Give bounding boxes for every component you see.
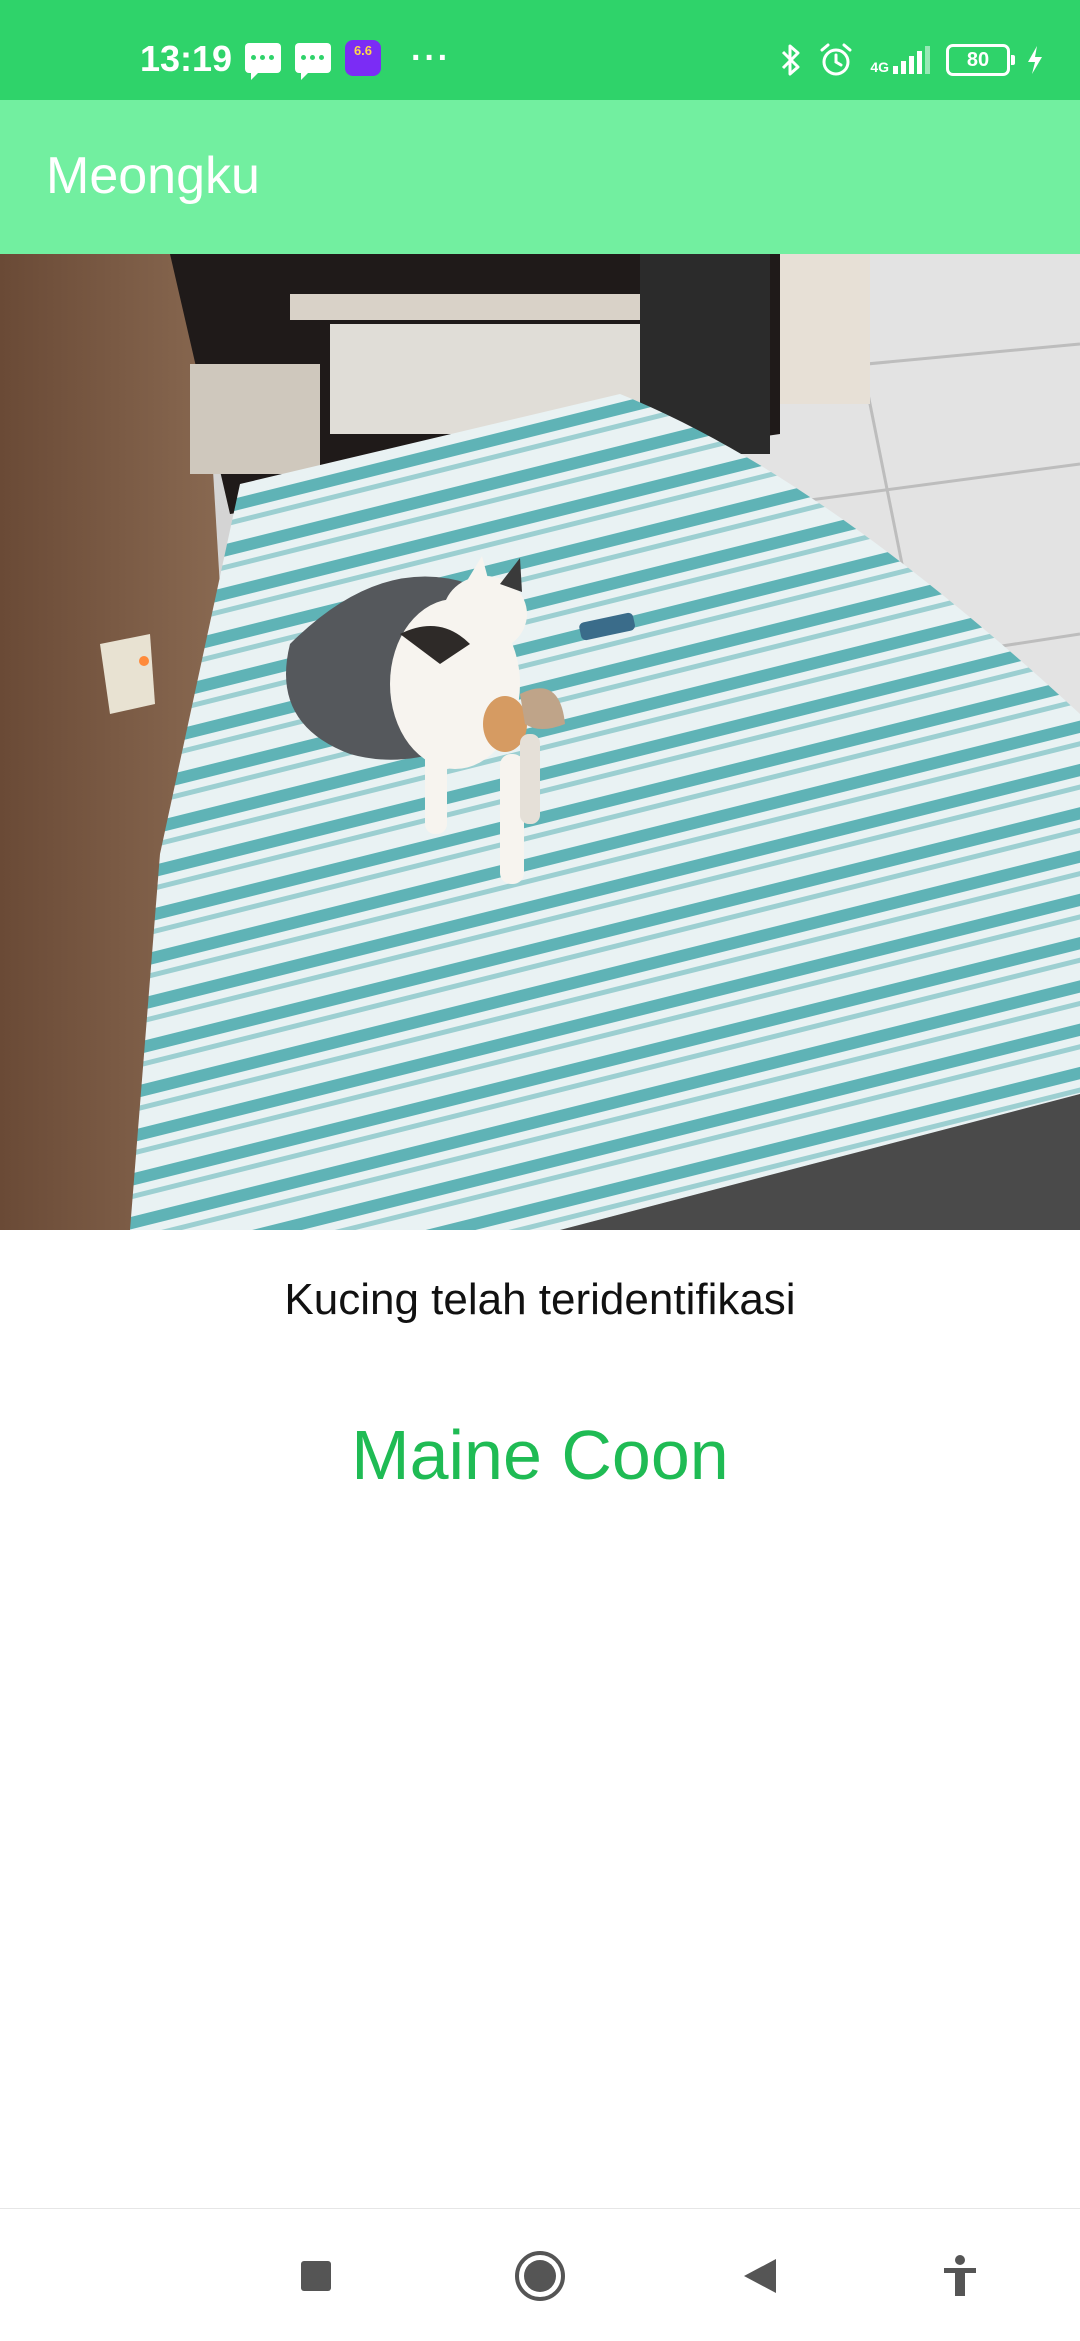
status-bar: 13:19 6.6 ··· 4G 80 xyxy=(0,0,1080,100)
identification-status: Kucing telah teridentifikasi xyxy=(284,1275,796,1324)
message-icon xyxy=(245,43,281,80)
bluetooth-icon xyxy=(782,44,800,76)
more-notifications-icon: ··· xyxy=(411,39,451,77)
back-icon xyxy=(744,2259,776,2293)
battery-icon: 80 xyxy=(946,44,1015,76)
network-type: 4G xyxy=(870,59,889,75)
navigation-bar xyxy=(0,2208,1080,2341)
app-title: Meongku xyxy=(46,147,260,205)
home-button[interactable] xyxy=(513,2249,567,2303)
back-button[interactable] xyxy=(733,2249,787,2303)
breed-result: Maine Coon xyxy=(351,1416,729,1494)
cat-photo xyxy=(0,254,1080,1230)
recent-apps-icon xyxy=(301,2261,331,2291)
system-icons: 4G 80 xyxy=(780,42,1044,78)
alarm-icon xyxy=(820,43,852,76)
message-icon xyxy=(295,43,331,80)
cellular-signal-icon: 4G xyxy=(870,46,930,74)
app-bar: Meongku xyxy=(0,100,1080,254)
recent-apps-button[interactable] xyxy=(289,2249,343,2303)
status-time: 13:19 xyxy=(140,38,233,79)
accessibility-icon xyxy=(944,2255,976,2296)
home-icon xyxy=(515,2251,565,2301)
shopping-app-icon: 6.6 xyxy=(345,40,381,76)
notification-icons: 6.6 ··· xyxy=(245,39,451,80)
accessibility-button[interactable] xyxy=(933,2249,987,2303)
charging-icon xyxy=(1028,46,1042,74)
